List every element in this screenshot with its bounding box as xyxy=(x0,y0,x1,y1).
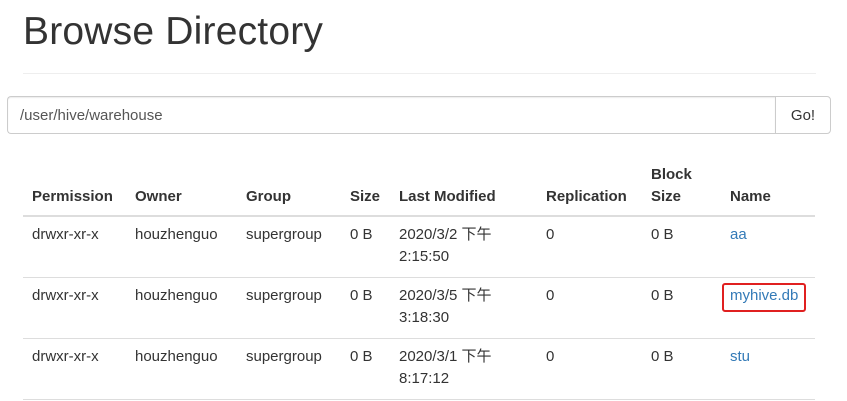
last-modified-cell: 2020/3/5 下午 3:18:30 xyxy=(390,277,537,339)
group-cell: supergroup xyxy=(237,277,341,339)
permission-cell: drwxr-xr-x xyxy=(23,338,126,400)
directory-path-input[interactable] xyxy=(7,96,775,134)
size-cell: 0 B xyxy=(341,216,390,278)
column-header-block-size[interactable]: Block Size xyxy=(642,160,721,217)
owner-cell: houzhenguo xyxy=(126,338,237,400)
permission-cell: drwxr-xr-x xyxy=(23,277,126,339)
column-header-replication[interactable]: Replication xyxy=(537,160,642,217)
column-header-last-modified[interactable]: Last Modified xyxy=(390,160,537,217)
replication-cell: 0 xyxy=(537,338,642,400)
directory-table: Permission Owner Group Size Last Modifie… xyxy=(23,160,815,400)
column-header-size[interactable]: Size xyxy=(341,160,390,217)
column-header-permission[interactable]: Permission xyxy=(23,160,126,217)
block-size-cell: 0 B xyxy=(642,216,721,278)
owner-cell: houzhenguo xyxy=(126,216,237,278)
table-row: drwxr-xr-x houzhenguo supergroup 0 B 202… xyxy=(23,338,815,400)
permission-cell: drwxr-xr-x xyxy=(23,216,126,278)
last-modified-cell: 2020/3/2 下午 2:15:50 xyxy=(390,216,537,278)
block-size-cell: 0 B xyxy=(642,277,721,339)
group-cell: supergroup xyxy=(237,216,341,278)
replication-cell: 0 xyxy=(537,277,642,339)
size-cell: 0 B xyxy=(341,338,390,400)
path-bar: Go! xyxy=(7,96,831,134)
table-row: drwxr-xr-x houzhenguo supergroup 0 B 202… xyxy=(23,216,815,278)
table-header-row: Permission Owner Group Size Last Modifie… xyxy=(23,160,815,217)
column-header-name[interactable]: Name xyxy=(721,160,815,217)
title-divider xyxy=(23,73,816,74)
name-cell: stu xyxy=(721,338,815,400)
replication-cell: 0 xyxy=(537,216,642,278)
column-header-group[interactable]: Group xyxy=(237,160,341,217)
name-cell: aa xyxy=(721,216,815,278)
group-cell: supergroup xyxy=(237,338,341,400)
directory-link-aa[interactable]: aa xyxy=(730,226,747,243)
column-header-owner[interactable]: Owner xyxy=(126,160,237,217)
directory-link-stu[interactable]: stu xyxy=(730,348,750,365)
directory-link-myhive-db[interactable]: myhive.db xyxy=(722,282,807,312)
last-modified-cell: 2020/3/1 下午 8:17:12 xyxy=(390,338,537,400)
go-button[interactable]: Go! xyxy=(775,96,831,134)
name-cell: myhive.db xyxy=(721,277,815,339)
table-row: drwxr-xr-x houzhenguo supergroup 0 B 202… xyxy=(23,277,815,339)
block-size-cell: 0 B xyxy=(642,338,721,400)
owner-cell: houzhenguo xyxy=(126,277,237,339)
size-cell: 0 B xyxy=(341,277,390,339)
page-title: Browse Directory xyxy=(23,10,324,53)
browse-directory-page: Browse Directory Go! Permission Owner Gr… xyxy=(0,0,847,401)
